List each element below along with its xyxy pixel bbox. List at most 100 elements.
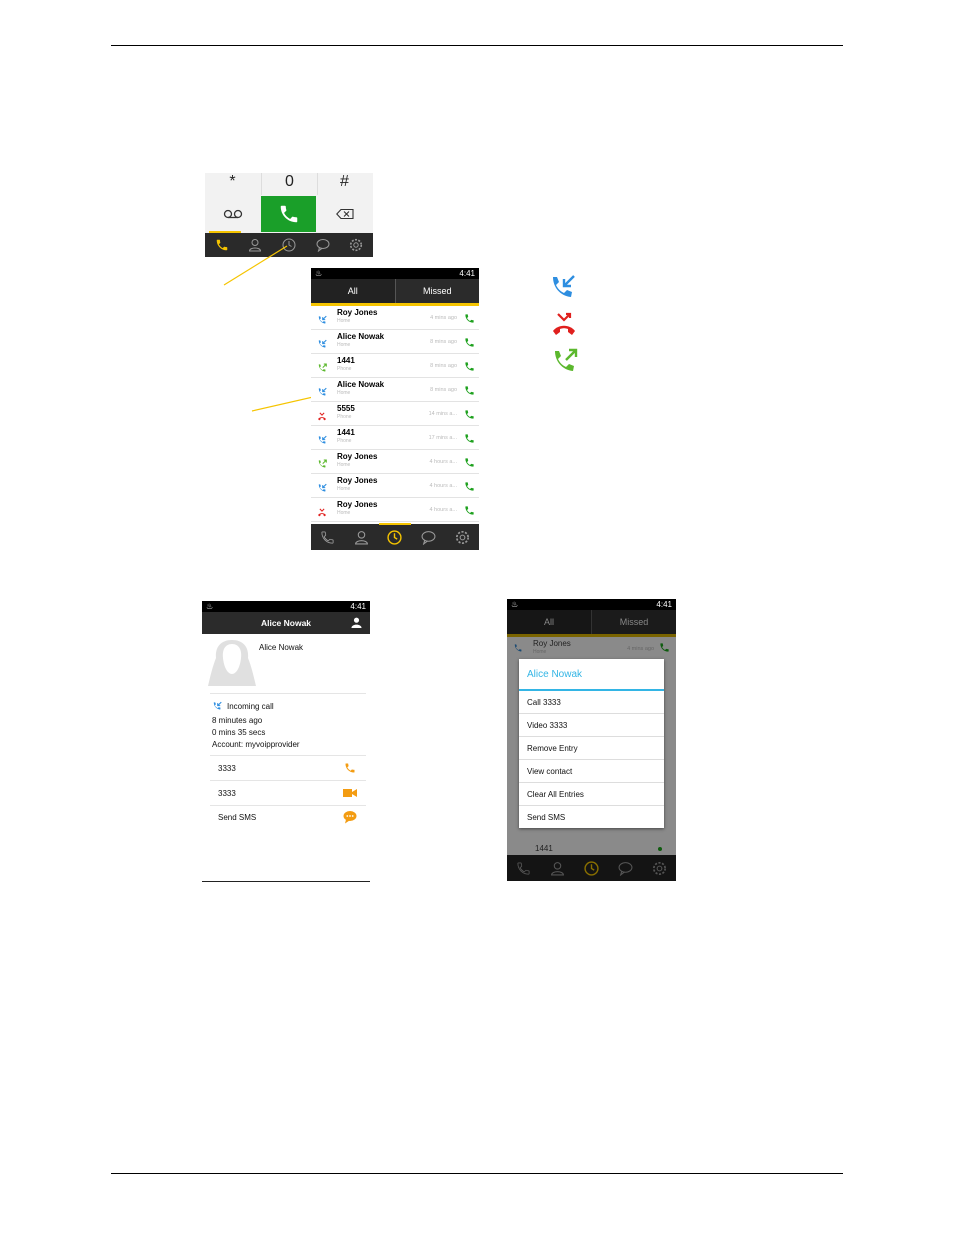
menu-item-call[interactable]: Call 3333 — [519, 691, 664, 714]
row-name: 5555 — [337, 404, 355, 413]
status-bar: ♨ 4:41 — [311, 268, 479, 279]
row-name: Alice Nowak — [337, 332, 385, 341]
missed-call-icon — [317, 504, 327, 522]
app-indicator-icon: ♨ — [315, 269, 323, 278]
tab-all[interactable]: All — [311, 279, 395, 303]
phone-icon — [345, 763, 355, 773]
row-sub: Home — [533, 649, 547, 655]
call-back-icon[interactable] — [464, 503, 475, 521]
row-time: 4 mins ago — [627, 646, 654, 652]
dimmed-history-last: 1441 — [535, 844, 553, 853]
row-time: 4 hours a... — [429, 459, 457, 465]
row-time: 17 mins a... — [428, 435, 457, 441]
status-time: 4:41 — [656, 600, 672, 609]
row-name: Alice Nowak — [337, 380, 385, 389]
call-type: Incoming call — [227, 702, 274, 711]
row-sub: Home — [337, 486, 351, 492]
tab-missed[interactable]: Missed — [394, 279, 480, 303]
detail-title-bar: Alice Nowak — [202, 612, 370, 634]
menu-item-clear-all[interactable]: Clear All Entries — [519, 783, 664, 806]
avatar — [208, 640, 256, 686]
menu-item-send-sms[interactable]: Send SMS — [519, 806, 664, 828]
call-back-icon[interactable] — [464, 335, 475, 353]
incoming-call-icon — [317, 384, 327, 402]
settings-tab-icon[interactable] — [652, 861, 667, 876]
call-back-icon[interactable] — [464, 383, 475, 401]
bottom-border — [202, 881, 370, 882]
status-bar: ♨ 4:41 — [202, 601, 370, 612]
call-back-icon[interactable] — [464, 407, 475, 425]
row-name: Roy Jones — [337, 308, 378, 317]
contact-name: Alice Nowak — [259, 643, 304, 652]
call-duration: 0 mins 35 secs — [212, 728, 266, 737]
row-name: Roy Jones — [337, 476, 378, 485]
tab-all[interactable]: All — [507, 610, 591, 634]
video-camera-icon — [343, 789, 357, 797]
app-indicator-icon: ♨ — [206, 602, 214, 611]
dimmed-call-dot — [658, 847, 662, 851]
video-action-row[interactable]: 3333 — [202, 781, 370, 805]
call-back-icon[interactable] — [464, 359, 475, 377]
history-row[interactable]: 1441 Phone 17 mins a... — [311, 426, 479, 450]
context-menu-screen: ♨ 4:41 All Missed Roy Jones Home 4 mins … — [507, 599, 676, 881]
row-sub: Home — [337, 318, 351, 324]
history-row[interactable]: Roy Jones Home 4 hours a... — [311, 474, 479, 498]
menu-item-video[interactable]: Video 3333 — [519, 714, 664, 737]
row-name: Roy Jones — [337, 500, 378, 509]
menu-item-remove-entry[interactable]: Remove Entry — [519, 737, 664, 760]
video-action-label: 3333 — [218, 789, 236, 798]
call-back-icon[interactable] — [464, 455, 475, 473]
status-bar: ♨ 4:41 — [507, 599, 676, 610]
call-action-row[interactable]: 3333 — [202, 756, 370, 780]
row-time: 4 mins ago — [430, 315, 457, 321]
menu-title: Alice Nowak — [519, 659, 664, 691]
history-row[interactable]: Roy Jones Home 4 hours a... — [311, 450, 479, 474]
outgoing-call-icon — [317, 360, 327, 378]
row-time: 4 hours a... — [429, 507, 457, 513]
row-sub: Home — [337, 342, 351, 348]
phone-tab-icon[interactable] — [516, 861, 531, 876]
history-row[interactable]: Alice Nowak Home 8 mins ago — [311, 378, 479, 402]
history-bottom-nav — [507, 855, 676, 881]
tab-missed[interactable]: Missed — [591, 610, 676, 634]
contacts-tab-icon[interactable] — [354, 530, 369, 545]
row-time: 8 mins ago — [430, 387, 457, 393]
history-tabs: All Missed — [507, 610, 676, 637]
history-row[interactable]: Roy Jones Home 4 hours a... — [311, 498, 479, 522]
history-tabs: All Missed — [311, 279, 479, 306]
chat-tab-icon[interactable] — [421, 530, 436, 545]
outgoing-call-icon — [317, 456, 327, 474]
call-back-icon[interactable] — [464, 311, 475, 329]
call-back-icon[interactable] — [464, 479, 475, 497]
incoming-call-icon — [514, 644, 522, 652]
row-name: 1441 — [337, 428, 355, 437]
row-sub: Phone — [337, 438, 352, 444]
chat-tab-icon[interactable] — [618, 861, 633, 876]
history-tab-indicator — [379, 523, 411, 525]
settings-tab-icon[interactable] — [455, 530, 470, 545]
history-tab-icon[interactable] — [387, 529, 403, 545]
status-time: 4:41 — [350, 602, 366, 611]
row-sub: Phone — [337, 366, 352, 372]
menu-item-view-contact[interactable]: View contact — [519, 760, 664, 783]
legend-outgoing-icon — [550, 347, 578, 380]
phone-tab-icon[interactable] — [320, 530, 335, 545]
history-row[interactable]: 1441 Phone 8 mins ago — [311, 354, 479, 378]
incoming-call-icon — [317, 480, 327, 498]
call-history-screen: ♨ 4:41 All Missed Roy Jones Home 4 mins ag… — [311, 268, 479, 550]
history-tab-icon[interactable] — [584, 860, 599, 876]
context-menu: Alice Nowak Call 3333 Video 3333 Remove … — [519, 659, 664, 828]
row-time: 8 mins ago — [430, 339, 457, 345]
history-bottom-nav — [311, 524, 479, 550]
contact-icon[interactable] — [351, 617, 362, 628]
contacts-tab-icon[interactable] — [550, 861, 565, 876]
call-back-icon[interactable] — [464, 431, 475, 449]
history-row[interactable]: 5555 Phone 14 mins a... — [311, 402, 479, 426]
history-row[interactable]: Alice Nowak Home 8 mins ago — [311, 330, 479, 354]
call-icon — [660, 643, 669, 652]
history-row[interactable]: Roy Jones Home 4 mins ago — [311, 306, 479, 330]
sms-action-row[interactable]: Send SMS — [202, 806, 370, 830]
row-sub: Home — [337, 510, 351, 516]
legend-incoming-icon — [548, 273, 576, 306]
sms-action-label: Send SMS — [218, 813, 257, 822]
